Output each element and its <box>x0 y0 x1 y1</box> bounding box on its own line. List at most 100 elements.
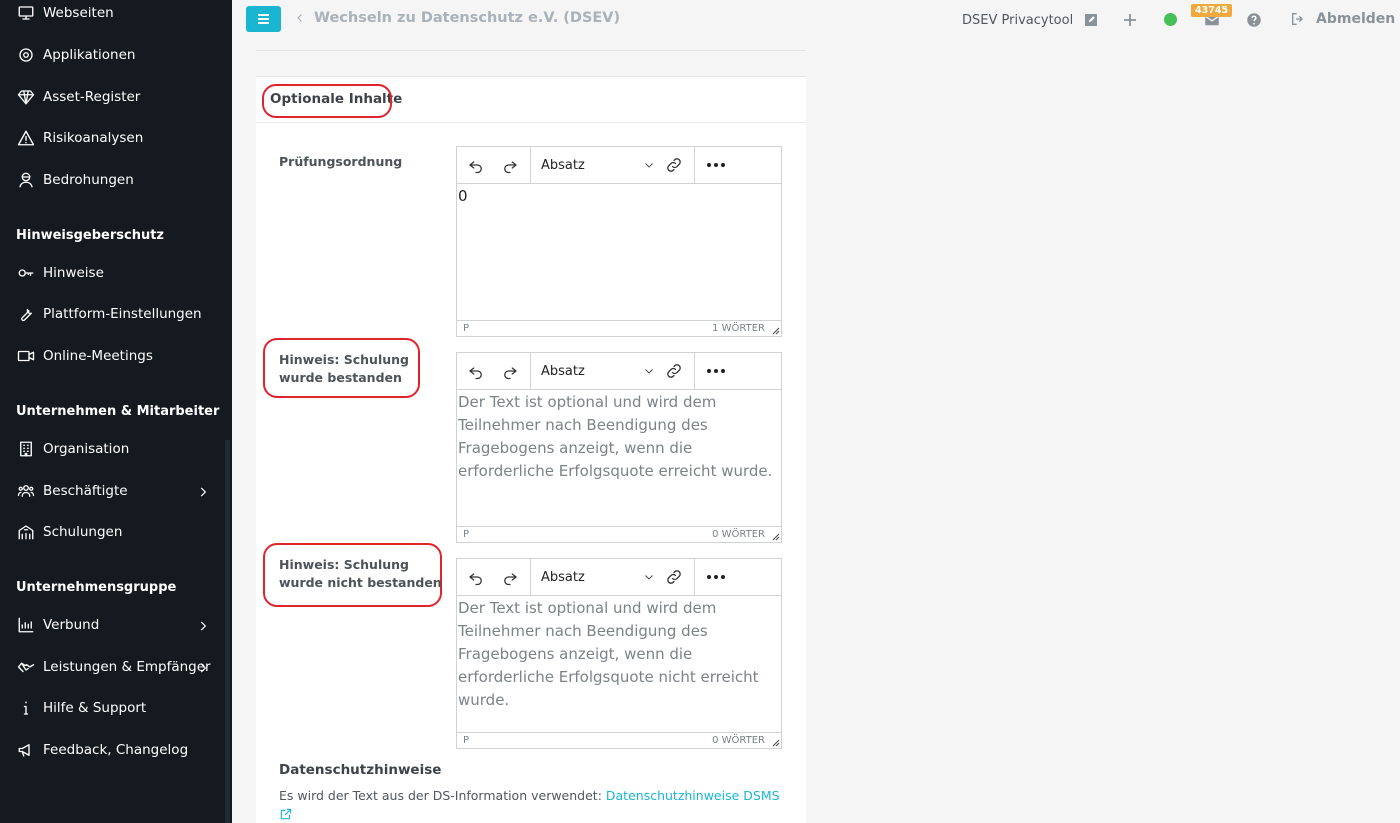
element-path[interactable]: P <box>463 529 469 540</box>
sidebar-item-bedrohungen[interactable]: Bedrohungen <box>0 160 232 200</box>
more-options-icon[interactable] <box>707 575 725 579</box>
redo-icon[interactable] <box>499 155 521 175</box>
toolbar-separator <box>530 147 531 183</box>
sidebar-item-risikoanalysen[interactable]: Risikoanalysen <box>0 118 232 158</box>
more-options-icon[interactable] <box>707 163 725 167</box>
plus-icon[interactable] <box>1121 11 1139 29</box>
word-count[interactable]: 1 WÖRTER <box>712 323 765 334</box>
sidebar-item-beschaeftigte[interactable]: Beschäftigte <box>0 471 232 511</box>
sidebar-item-label: Schulungen <box>43 524 123 540</box>
field-label-line: wurde bestanden <box>279 370 402 385</box>
sidebar-item-hinweise[interactable]: Hinweise <box>0 253 232 293</box>
menu-toggle-button[interactable] <box>246 6 281 32</box>
editor-statusbar: P 1 WÖRTER <box>457 320 781 336</box>
block-format-select[interactable]: Absatz <box>541 147 659 183</box>
logout-label: Abmelden <box>1316 11 1396 27</box>
switch-organisation-link[interactable]: Wechseln zu Datenschutz e.V. (DSEV) <box>294 10 620 26</box>
chevron-right-icon <box>196 484 210 498</box>
editor-toolbar: Absatz <box>457 353 781 390</box>
help-icon[interactable] <box>1245 11 1263 29</box>
sidebar-item-online-meetings[interactable]: Online-Meetings <box>0 336 232 376</box>
sidebar-item-label: Applikationen <box>43 47 136 63</box>
rich-text-editor-schulung-nicht-bestanden[interactable]: Absatz Der Text ist optional und wird de… <box>456 558 782 749</box>
sidebar-item-label: Plattform-Einstellungen <box>43 306 202 322</box>
block-format-value: Absatz <box>541 363 585 379</box>
hamburger-icon <box>258 14 269 24</box>
bandit-icon <box>16 170 36 190</box>
undo-icon[interactable] <box>465 567 487 587</box>
resize-handle-icon[interactable] <box>771 738 780 747</box>
editor-statusbar: P 0 WÖRTER <box>457 526 781 542</box>
editor-placeholder[interactable]: Der Text ist optional und wird dem Teiln… <box>457 390 781 526</box>
resize-handle-icon[interactable] <box>771 326 780 335</box>
sidebar-item-webseiten[interactable]: Webseiten <box>0 0 232 33</box>
sidebar-item-label: Webseiten <box>43 5 114 21</box>
logout-icon <box>1292 13 1303 25</box>
privacy-link[interactable]: Datenschutzhinweise DSMS <box>606 788 780 803</box>
diamond-icon <box>16 87 36 107</box>
toolbar-separator <box>694 147 695 183</box>
link-icon[interactable] <box>663 155 685 175</box>
toolbar-separator <box>530 353 531 389</box>
editor-placeholder[interactable]: Der Text ist optional und wird dem Teiln… <box>457 596 781 732</box>
editor-statusbar: P 0 WÖRTER <box>457 732 781 748</box>
sidebar-item-applikationen[interactable]: Applikationen <box>0 35 232 75</box>
target-icon <box>16 45 36 65</box>
highlight-mark <box>262 84 392 118</box>
field-label-line: Hinweis: Schulung <box>279 557 409 572</box>
sidebar-item-organisation[interactable]: Organisation <box>0 429 232 469</box>
external-link-icon[interactable] <box>279 806 293 820</box>
sidebar-item-schulungen[interactable]: Schulungen <box>0 512 232 552</box>
sidebar-item-plattform-einstellungen[interactable]: Plattform-Einstellungen <box>0 294 232 334</box>
block-format-select[interactable]: Absatz <box>541 353 659 389</box>
sidebar-item-label: Hinweise <box>43 265 104 281</box>
element-path[interactable]: P <box>463 735 469 746</box>
sidebar-item-feedback-changelog[interactable]: Feedback, Changelog <box>0 730 232 770</box>
switch-organisation-label: Wechseln zu Datenschutz e.V. (DSEV) <box>314 10 621 26</box>
more-options-icon[interactable] <box>707 369 725 373</box>
sidebar-item-leistungen-empfaenger[interactable]: Leistungen & Empfänger <box>0 647 232 687</box>
editor-content[interactable]: 0 <box>457 184 781 320</box>
undo-icon[interactable] <box>465 361 487 381</box>
rich-text-editor-schulung-bestanden[interactable]: Absatz Der Text ist optional und wird de… <box>456 352 782 543</box>
sidebar-section-header: Unternehmensgruppe <box>16 580 177 595</box>
block-format-select[interactable]: Absatz <box>541 559 659 595</box>
sidebar-item-label: Hilfe & Support <box>43 700 147 716</box>
sidebar-item-verbund[interactable]: Verbund <box>0 605 232 645</box>
element-path[interactable]: P <box>463 323 469 334</box>
warning-icon <box>16 128 36 148</box>
wrench-icon <box>16 304 36 324</box>
undo-icon[interactable] <box>465 155 487 175</box>
chevron-right-icon <box>196 618 210 632</box>
field-label-line: Prüfungsordnung <box>279 154 403 169</box>
privacy-text: Es wird der Text aus der DS-Information … <box>279 788 780 803</box>
sidebar-item-label: Organisation <box>43 441 130 457</box>
word-count[interactable]: 0 WÖRTER <box>712 735 765 746</box>
chevron-right-icon <box>196 660 210 674</box>
edit-icon[interactable] <box>1082 11 1100 29</box>
monitor-icon <box>16 3 36 23</box>
block-format-value: Absatz <box>541 157 585 173</box>
info-icon <box>16 698 36 718</box>
sidebar-item-label: Bedrohungen <box>43 172 134 188</box>
sidebar-scrollbar[interactable] <box>225 440 230 823</box>
sidebar-section-header: Hinweisgeberschutz <box>16 228 165 243</box>
topbar: Wechseln zu Datenschutz e.V. (DSEV) DSEV… <box>232 0 1400 40</box>
sidebar-item-asset-register[interactable]: Asset-Register <box>0 77 232 117</box>
divider <box>256 122 806 123</box>
redo-icon[interactable] <box>499 567 521 587</box>
sidebar-item-hilfe-support[interactable]: Hilfe & Support <box>0 688 232 728</box>
megaphone-icon <box>16 740 36 760</box>
toolbar-separator <box>694 353 695 389</box>
toolbar-separator <box>694 559 695 595</box>
rich-text-editor-pruefungsordnung[interactable]: Absatz 0 P 1 WÖRTER <box>456 146 782 337</box>
logout-button[interactable]: Abmelden <box>1290 11 1395 27</box>
link-icon[interactable] <box>663 361 685 381</box>
resize-handle-icon[interactable] <box>771 532 780 541</box>
privacy-description: Es wird der Text aus der DS-Information … <box>279 788 606 803</box>
redo-icon[interactable] <box>499 361 521 381</box>
word-count[interactable]: 0 WÖRTER <box>712 529 765 540</box>
optional-content-card: Optionale Inhalte Prüfungsordnung Absatz… <box>256 76 806 823</box>
link-icon[interactable] <box>663 567 685 587</box>
status-indicator[interactable] <box>1164 13 1177 26</box>
